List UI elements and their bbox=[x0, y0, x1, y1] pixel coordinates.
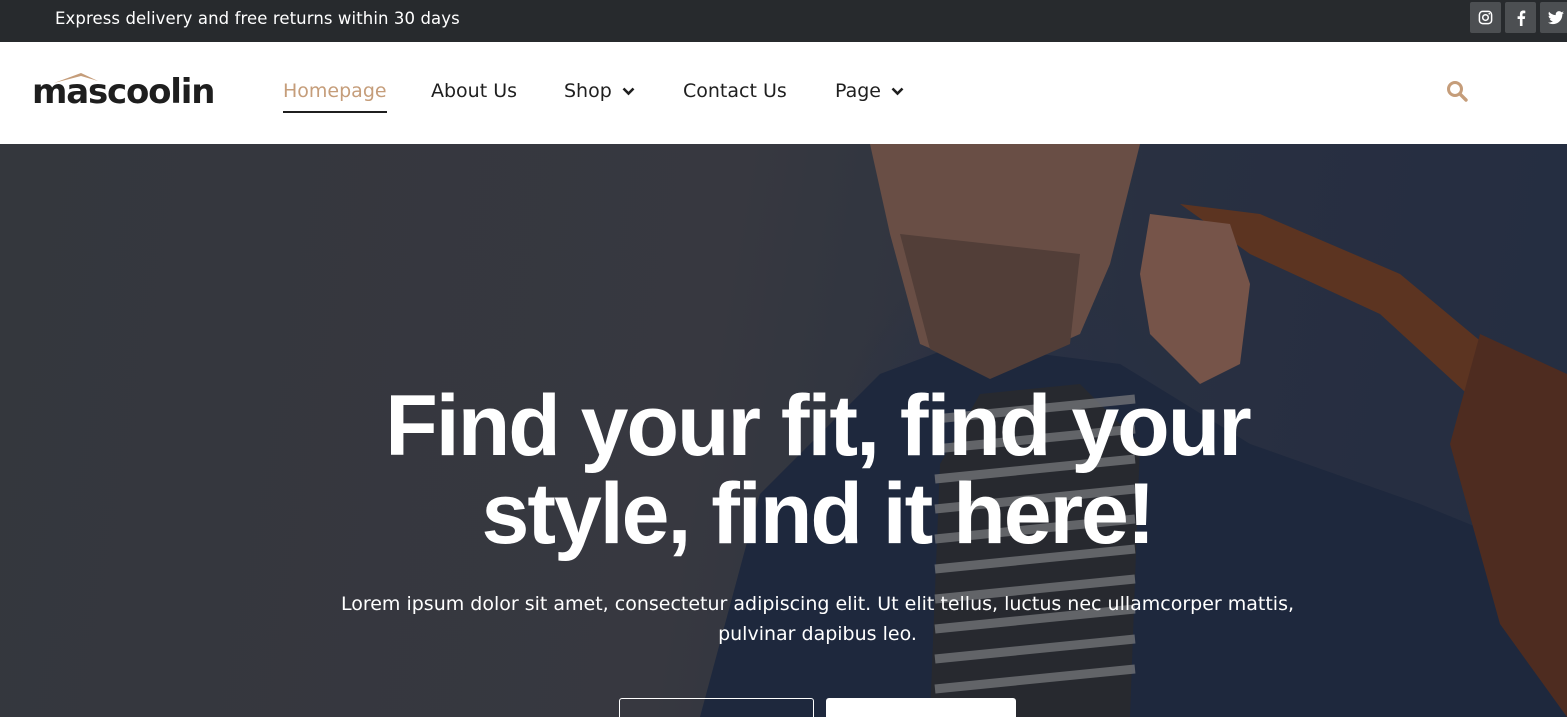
logo-text: mascoolin bbox=[32, 72, 215, 112]
instagram-link[interactable] bbox=[1470, 2, 1501, 33]
chevron-down-icon bbox=[622, 87, 635, 95]
nav-page-label: Page bbox=[835, 80, 881, 102]
hero-secondary-button[interactable] bbox=[619, 698, 814, 717]
nav-about-us[interactable]: About Us bbox=[431, 80, 517, 102]
hero-section: Find your fit, find your style, find it … bbox=[0, 144, 1567, 717]
nav-shop[interactable]: Shop bbox=[564, 80, 635, 102]
twitter-icon bbox=[1547, 10, 1564, 24]
twitter-link[interactable] bbox=[1540, 2, 1567, 33]
announcement-bar: Express delivery and free returns within… bbox=[0, 0, 1567, 42]
nav-homepage-label: Homepage bbox=[283, 80, 387, 102]
announcement-text: Express delivery and free returns within… bbox=[55, 9, 460, 28]
facebook-icon bbox=[1517, 10, 1525, 26]
hero-title: Find your fit, find your style, find it … bbox=[385, 378, 1251, 562]
chevron-down-icon bbox=[891, 87, 904, 95]
nav-active-underline bbox=[283, 111, 387, 113]
nav-about-us-label: About Us bbox=[431, 80, 518, 102]
hero-subtitle: Lorem ipsum dolor sit amet, consectetur … bbox=[340, 593, 1295, 645]
search-button[interactable] bbox=[1446, 80, 1468, 106]
nav-page[interactable]: Page bbox=[835, 80, 904, 102]
search-icon bbox=[1447, 81, 1468, 102]
nav-shop-label: Shop bbox=[564, 80, 612, 102]
nav-contact-us-label: Contact Us bbox=[683, 80, 787, 102]
nav-homepage[interactable]: Homepage bbox=[283, 80, 387, 102]
nav-contact-us[interactable]: Contact Us bbox=[683, 80, 787, 102]
hero-primary-button[interactable] bbox=[826, 698, 1016, 717]
instagram-icon bbox=[1478, 10, 1493, 25]
main-header: mascoolin Homepage About Us Shop Contact… bbox=[0, 42, 1567, 144]
facebook-link[interactable] bbox=[1505, 2, 1536, 33]
